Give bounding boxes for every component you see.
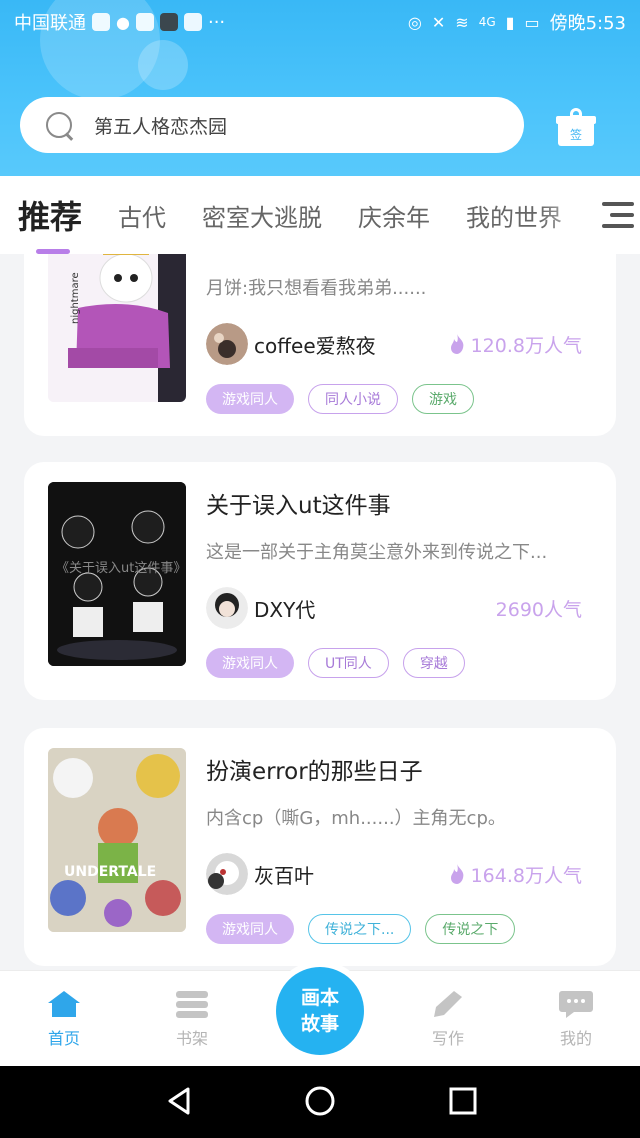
tab-ancient[interactable]: 古代	[118, 198, 166, 233]
gift-checkin-button[interactable]: 签	[556, 108, 596, 148]
popularity-label: 2690人气	[495, 598, 582, 621]
nav-home[interactable]: 首页	[24, 989, 104, 1049]
app-notification-icon	[159, 13, 178, 31]
network-type-label: 4G	[478, 15, 496, 29]
nav-mine-label: 我的	[559, 1029, 592, 1048]
story-cover[interactable]: UNDERTALE	[48, 748, 186, 932]
mute-icon: ✕	[431, 12, 446, 32]
pen-icon	[430, 989, 466, 1019]
back-icon[interactable]	[164, 1086, 194, 1116]
app-notification-icon	[183, 13, 202, 31]
avatar	[206, 587, 248, 629]
nav-write[interactable]: 写作	[408, 989, 488, 1049]
center-label-line2: 故事	[300, 1013, 339, 1035]
story-description: 内含cp（嘶G，mh......）主角无cp。	[206, 808, 506, 829]
decorative-bubble	[138, 40, 188, 90]
author-row[interactable]: DXY代 2690人气	[206, 586, 582, 630]
flame-icon	[450, 334, 463, 354]
author-row[interactable]: 灰百叶 164.8万人气	[206, 852, 582, 896]
cover-game-logo: UNDERTALE	[64, 864, 156, 880]
author-name: 灰百叶	[254, 863, 314, 888]
tag-chip[interactable]: 传说之下...	[308, 914, 412, 944]
popularity-label: 120.8万人气	[470, 334, 582, 357]
bottom-nav: 首页 书架 画本 故事 写作 我的	[0, 967, 640, 1066]
author-name: coffee爱熬夜	[254, 333, 376, 358]
story-title: 关于误入ut这件事	[206, 493, 391, 519]
cover-title-overlay: 《关于误入ut这件事》	[56, 560, 186, 576]
recent-apps-icon[interactable]	[448, 1086, 478, 1116]
tag-chip[interactable]: 游戏同人	[206, 384, 294, 414]
story-description: 月饼:我只想看看我弟弟......	[206, 278, 427, 299]
nav-home-label: 首页	[47, 1029, 80, 1048]
category-tabs: 推荐 古代 密室大逃脱 庆余年 我的世界	[0, 176, 640, 254]
flame-icon	[450, 864, 463, 884]
tag-list: 游戏同人 传说之下... 传说之下	[206, 914, 516, 944]
picture-story-button[interactable]: 画本 故事	[276, 967, 364, 1055]
nav-mine[interactable]: 我的	[536, 989, 616, 1049]
wifi-icon: ≋	[455, 12, 469, 32]
tag-chip[interactable]: 游戏	[412, 384, 474, 414]
battery-icon: ▭	[524, 12, 540, 32]
tag-list: 游戏同人 同人小说 游戏	[206, 384, 474, 414]
carrier-label: 中国联通	[14, 13, 86, 34]
shield-app-icon	[92, 13, 110, 31]
chat-bubble-icon	[558, 989, 594, 1019]
story-cover[interactable]: 《关于误入ut这件事》	[48, 482, 186, 666]
search-bar[interactable]: 第五人格恋杰园	[20, 97, 524, 153]
tab-fade	[540, 176, 600, 254]
popularity-label: 164.8万人气	[470, 864, 582, 887]
story-feed: nightmare 月饼:我只想看看我弟弟...... coffee爱熬夜 12…	[0, 254, 640, 970]
app-notification-icon	[135, 13, 154, 31]
bookshelf-icon	[174, 989, 210, 1019]
center-label-line1: 画本	[300, 987, 339, 1009]
nav-bookshelf-label: 书架	[175, 1029, 208, 1048]
tab-recommend[interactable]: 推荐	[18, 192, 82, 254]
nav-write-label: 写作	[431, 1029, 464, 1048]
story-title: 扮演error的那些日子	[206, 759, 423, 785]
tag-chip[interactable]: 游戏同人	[206, 914, 294, 944]
menu-icon[interactable]	[602, 200, 634, 230]
home-circle-icon[interactable]	[305, 1086, 335, 1116]
tag-chip[interactable]: UT同人	[308, 648, 389, 678]
story-cover[interactable]: nightmare	[48, 254, 186, 402]
tag-chip[interactable]: 同人小说	[308, 384, 398, 414]
tag-chip[interactable]: 穿越	[402, 648, 465, 678]
avatar	[206, 323, 248, 365]
tag-chip[interactable]: 游戏同人	[206, 648, 294, 678]
signal-icon: ▮	[505, 12, 515, 32]
author-name: DXY代	[254, 597, 316, 622]
checkin-label: 签	[569, 128, 582, 142]
nav-bookshelf[interactable]: 书架	[152, 989, 232, 1049]
search-icon	[44, 110, 74, 140]
popularity-count: 164.8万人气	[449, 861, 582, 888]
tag-chip[interactable]: 传说之下	[425, 914, 516, 944]
cover-watermark: nightmare	[70, 272, 81, 324]
avatar	[206, 853, 248, 895]
more-notifications-icon: ···	[207, 11, 226, 33]
tab-qingyunian[interactable]: 庆余年	[358, 198, 430, 233]
clock: 傍晚5:53	[549, 13, 626, 34]
system-nav-bar	[0, 1066, 640, 1138]
story-card[interactable]: nightmare 月饼:我只想看看我弟弟...... coffee爱熬夜 12…	[24, 254, 616, 436]
author-row[interactable]: coffee爱熬夜 120.8万人气	[206, 322, 582, 366]
popularity-count: 2690人气	[496, 595, 582, 622]
header: 中国联通 ● ··· ◎ ✕ ≋ 4G ▮ ▭ 傍晚5:53 第五人格恋杰园 签	[0, 0, 640, 176]
tag-list: 游戏同人 UT同人 穿越	[206, 648, 465, 678]
wechat-icon: ●	[116, 12, 130, 32]
story-card[interactable]: UNDERTALE 扮演error的那些日子 内含cp（嘶G，mh......）…	[24, 728, 616, 966]
story-card[interactable]: 《关于误入ut这件事》 关于误入ut这件事 这是一部关于主角莫尘意外来到传说之下…	[24, 462, 616, 700]
tab-escape-room[interactable]: 密室大逃脱	[202, 198, 322, 233]
status-bar: 中国联通 ● ··· ◎ ✕ ≋ 4G ▮ ▭ 傍晚5:53	[0, 0, 640, 44]
search-placeholder: 第五人格恋杰园	[94, 115, 228, 138]
story-description: 这是一部关于主角莫尘意外来到传说之下...	[206, 542, 548, 563]
home-icon	[46, 989, 82, 1019]
popularity-count: 120.8万人气	[449, 331, 582, 358]
alarm-icon: ◎	[407, 12, 422, 32]
